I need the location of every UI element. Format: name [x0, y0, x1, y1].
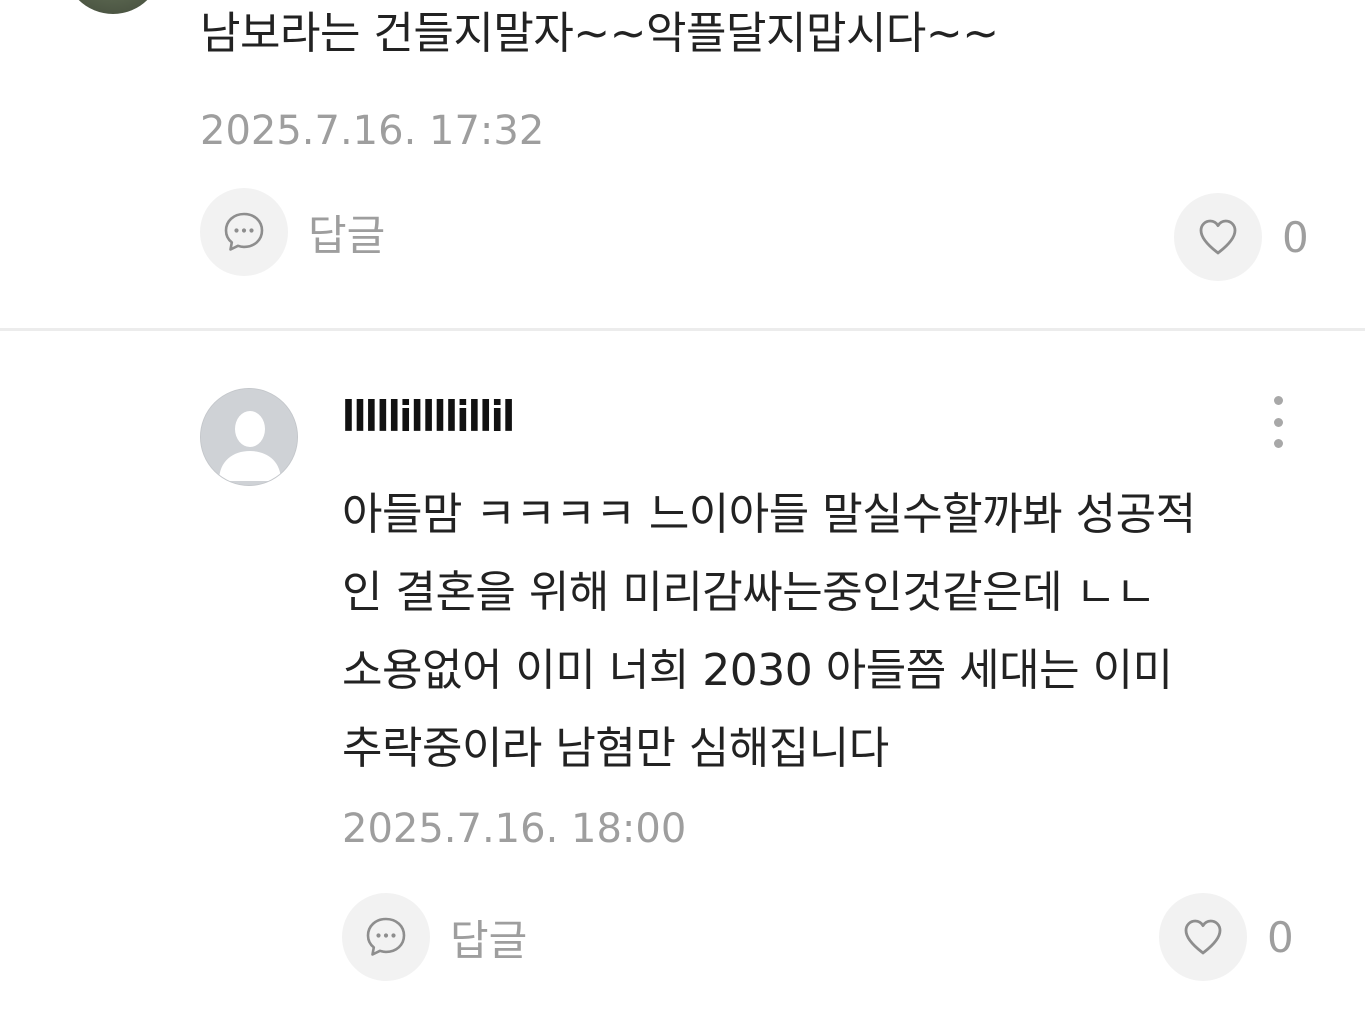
comment-list: 남보라는 건들지말자~~악플달지맙시다~~ 2025.7.16. 17:32 답… [0, 0, 1365, 1024]
reply-button[interactable]: 답글 [200, 188, 385, 276]
comment-text-line: 소용없어 이미 너희 2030 아들쯤 세대는 이미 [342, 645, 1173, 696]
like-count: 0 [1282, 212, 1309, 262]
heart-icon [1184, 919, 1222, 955]
like-count: 0 [1267, 912, 1294, 962]
comment-divider [0, 328, 1365, 331]
default-user-avatar-icon[interactable] [200, 388, 298, 486]
like-button[interactable]: 0 [1159, 893, 1294, 981]
comment-text: 아들맘 ㅋㅋㅋㅋ 느이아들 말실수할까봐 성공적 인 결혼을 위해 미리감싸는중… [342, 476, 1322, 788]
more-vertical-icon[interactable] [1256, 392, 1300, 452]
reply-icon-circle [200, 188, 288, 276]
like-icon-circle [1174, 193, 1262, 281]
chat-bubble-icon [224, 212, 264, 251]
heart-icon [1199, 219, 1237, 255]
comment-author[interactable]: lllllillllillil [342, 392, 515, 441]
reply-label: 답글 [450, 915, 528, 965]
comment-text-line: 인 결혼을 위해 미리감싸는중인것같은데 ㄴㄴ [342, 567, 1156, 618]
comment-text: 남보라는 건들지말자~~악플달지맙시다~~ [200, 8, 999, 59]
reply-button[interactable]: 답글 [342, 893, 527, 981]
comment-text-line: 추락중이라 남혐만 심해집니다 [342, 723, 889, 774]
like-button[interactable]: 0 [1174, 193, 1309, 281]
reply-label: 답글 [308, 210, 386, 260]
comment-timestamp: 2025.7.16. 17:32 [200, 108, 545, 154]
user-silhouette-icon [201, 389, 297, 485]
chat-bubble-icon [366, 917, 406, 956]
comment-timestamp: 2025.7.16. 18:00 [342, 806, 687, 852]
commenter-avatar[interactable] [64, 0, 162, 14]
comment-text-line: 아들맘 ㅋㅋㅋㅋ 느이아들 말실수할까봐 성공적 [342, 489, 1196, 540]
reply-icon-circle [342, 893, 430, 981]
author-name: lllllillllillil [342, 392, 515, 441]
like-icon-circle [1159, 893, 1247, 981]
